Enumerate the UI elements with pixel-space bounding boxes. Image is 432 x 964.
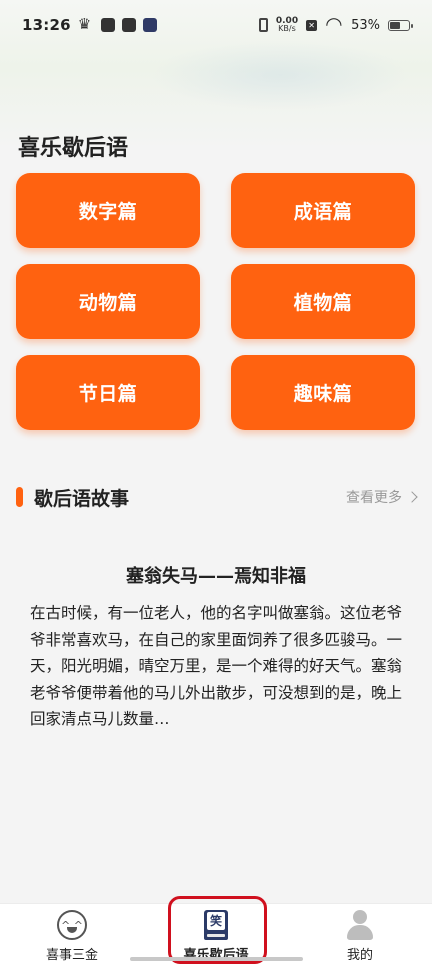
status-time: 13:26 [22, 16, 71, 34]
tab-happy-gold[interactable]: ^ ^ 喜事三金 [0, 904, 144, 964]
category-button-festivals[interactable]: 节日篇 [16, 355, 200, 430]
book-icon: 笑 [204, 910, 228, 940]
section-title: 歇后语故事 [34, 487, 130, 510]
view-more-link[interactable]: 查看更多 [346, 487, 418, 507]
battery-percent: 53% [351, 17, 380, 33]
bottom-tab-bar: ^ ^ 喜事三金 笑 喜乐歇后语 我的 [0, 903, 432, 964]
category-button-idioms[interactable]: 成语篇 [231, 173, 415, 248]
category-grid: 数字篇 成语篇 动物篇 植物篇 节日篇 趣味篇 [16, 173, 416, 430]
tab-mine[interactable]: 我的 [288, 904, 432, 964]
battery-icon [388, 19, 413, 31]
network-speed: 0.00 KB/s [276, 17, 298, 33]
page-title: 喜乐歇后语 [18, 136, 129, 161]
status-bar: 13:26 0.00 KB/s ✕ 53% [0, 0, 432, 50]
category-button-numbers[interactable]: 数字篇 [16, 173, 200, 248]
crown-icon [78, 15, 94, 33]
home-indicator[interactable] [130, 957, 303, 961]
smile-icon: ^ ^ [57, 910, 87, 940]
story-title: 塞翁失马——焉知非福 [126, 566, 306, 587]
tab-xiehouyu[interactable]: 笑 喜乐歇后语 [144, 904, 288, 964]
tab-label: 我的 [346, 948, 373, 963]
app-notification-icon [100, 18, 115, 32]
category-button-animals[interactable]: 动物篇 [16, 264, 200, 339]
category-button-plants[interactable]: 植物篇 [231, 264, 415, 339]
section-accent-bar [16, 487, 23, 507]
stories-section-header: 歇后语故事 查看更多 [16, 483, 418, 511]
no-sim-icon: ✕ [306, 19, 318, 31]
wifi-icon [325, 12, 343, 36]
network-speed-unit: KB/s [278, 24, 296, 33]
view-more-label: 查看更多 [346, 490, 402, 506]
play-icon [142, 18, 157, 32]
story-excerpt: 在古时候，有一位老人，他的名字叫做塞翁。这位老爷爷非常喜欢马，在自己的家里面饲养… [30, 604, 402, 728]
vibrate-icon [258, 18, 268, 32]
category-button-fun[interactable]: 趣味篇 [231, 355, 415, 430]
mail-icon [121, 18, 136, 32]
chevron-right-icon [406, 491, 418, 503]
book-icon-glyph: 笑 [207, 912, 225, 930]
person-icon [345, 910, 375, 940]
story-card[interactable]: 塞翁失马——焉知非福 在古时候，有一位老人，他的名字叫做塞翁。这位老爷爷非常喜欢… [30, 562, 402, 733]
tab-label: 喜事三金 [45, 948, 98, 963]
